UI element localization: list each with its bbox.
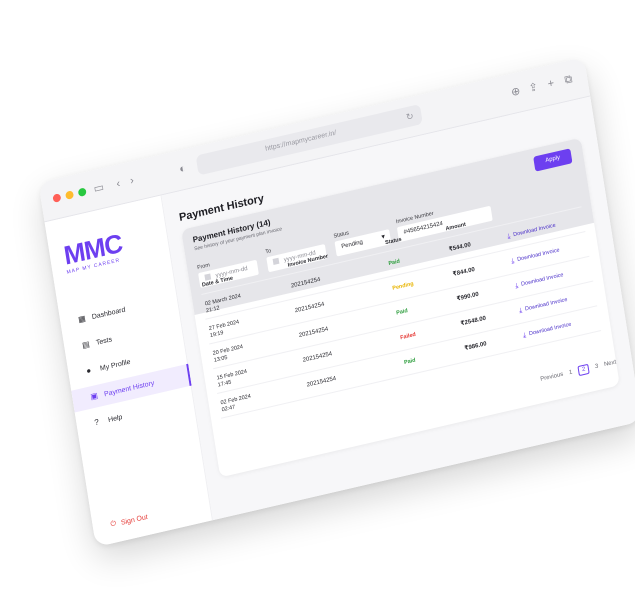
user-icon: ●: [85, 365, 92, 376]
sign-out-button[interactable]: ⏻ Sign Out: [110, 513, 148, 529]
next-page-button[interactable]: Next: [604, 359, 617, 368]
maximize-window-button[interactable]: [77, 187, 87, 198]
sign-out-icon: ⏻: [110, 520, 117, 529]
reload-icon[interactable]: ↻: [405, 106, 415, 127]
pagination: Previous 1 2 3 Next: [540, 357, 617, 384]
sidebar-item-label: Tests: [95, 335, 113, 347]
sidebar-item-label: My Profile: [99, 358, 131, 373]
page-1-button[interactable]: 1: [569, 370, 573, 377]
row-amount: ₹986.00: [464, 341, 488, 353]
clipboard-icon: ▤: [81, 339, 91, 351]
window-controls: [52, 187, 87, 203]
sign-out-label: Sign Out: [120, 513, 149, 527]
grid-icon: ▦: [77, 313, 87, 325]
to-label: To: [265, 248, 272, 256]
status-badge: Paid: [388, 258, 401, 268]
minimize-window-button[interactable]: [65, 190, 75, 200]
browser-window: ▭ ‹ › ◐ https://mapmycareer.in/ ↻ ⊕ ⇪ + …: [38, 56, 635, 548]
payment-history-card: Payment History (14) See history of your…: [181, 137, 620, 478]
status-badge: Paid: [395, 308, 409, 317]
privacy-icon[interactable]: ◐: [175, 160, 191, 177]
forward-icon[interactable]: ›: [124, 172, 140, 189]
url-text: https://mapmycareer.in/: [264, 129, 337, 153]
close-window-button[interactable]: [52, 193, 62, 203]
new-tab-icon[interactable]: +: [543, 75, 559, 92]
share-icon[interactable]: ⇪: [525, 80, 541, 97]
help-icon: ?: [93, 417, 100, 428]
tabs-overview-icon[interactable]: ⧉: [561, 71, 577, 88]
page-3-button[interactable]: 3: [595, 364, 599, 371]
previous-page-button[interactable]: Previous: [540, 372, 564, 383]
sidebar-item-label: Payment History: [103, 379, 155, 398]
status-badge: Failed: [399, 331, 417, 342]
screenshot-stage: ▭ ‹ › ◐ https://mapmycareer.in/ ↻ ⊕ ⇪ + …: [0, 0, 635, 600]
row-invoice-number: 202154254: [306, 375, 337, 389]
sidebar-item-label: Dashboard: [91, 306, 126, 321]
sidebar-nav: ▦ Dashboard ▤ Tests ● My Profile ▣ Payme…: [59, 287, 196, 443]
brand-logo[interactable]: MMC MAP MY CAREER: [62, 228, 125, 276]
sidebar-item-label: Help: [107, 413, 123, 424]
download-icon[interactable]: ⊕: [508, 84, 524, 101]
status-badge: Paid: [403, 357, 417, 367]
sidebar-toggle-icon[interactable]: ▭: [91, 180, 107, 197]
wallet-icon: ▣: [89, 390, 99, 402]
page-2-button[interactable]: 2: [577, 363, 591, 377]
apply-button[interactable]: Apply: [533, 148, 573, 172]
